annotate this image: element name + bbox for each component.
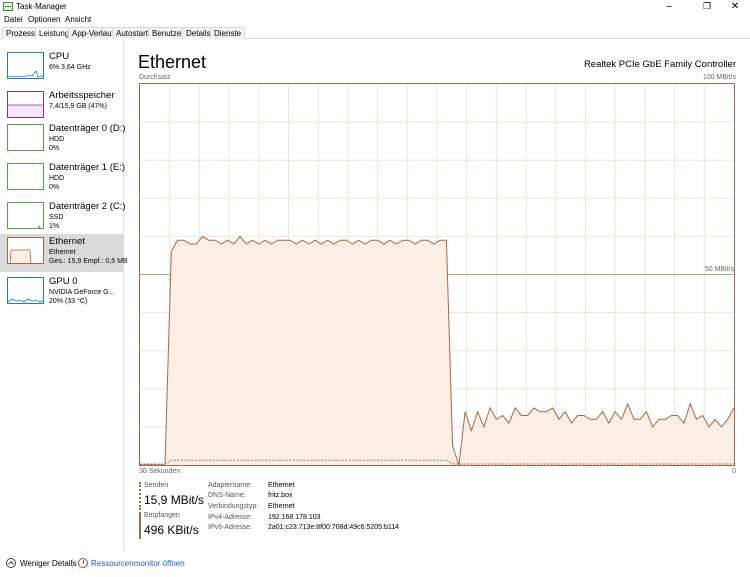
info-value: 192.168.178.103 [268, 514, 321, 521]
tab-startup[interactable]: Autostart [112, 27, 153, 39]
sidebar-sub: SSD [49, 214, 64, 221]
ethernet-thumbnail-graph [7, 237, 44, 264]
info-value: Ethernet [268, 482, 295, 489]
page-title: Ethernet [138, 52, 207, 72]
chevron-up-icon[interactable] [6, 558, 16, 568]
sidebar-sub: 6% 3,64 GHz [49, 64, 91, 71]
fewer-details-link[interactable]: Weniger Details [20, 559, 76, 568]
sidebar-sub: Ges.: 15,9 Empf.: 0,5 MB [49, 258, 128, 265]
footer: Weniger Details Ressourcenmonitor öffnen [0, 553, 750, 575]
window-title: Task-Manager [16, 2, 67, 11]
info-key: Adaptername: [208, 482, 252, 489]
sidebar-sub: HDD [49, 175, 65, 182]
receive-value: 496 KBit/s [144, 523, 199, 537]
menu-file[interactable]: Datei [4, 15, 23, 24]
performance-sidebar: CPU 6% 3,64 GHz Arbeitsspeicher 7,4/15,9… [0, 40, 128, 550]
disk-0-thumbnail-graph [7, 124, 44, 151]
throughput-graph [139, 83, 735, 466]
resource-monitor-link[interactable]: Ressourcenmonitor öffnen [91, 559, 185, 568]
sidebar-sub: 1% [49, 223, 60, 230]
sidebar-item-gpu[interactable]: GPU 0 NVIDIA GeForce G... 20% (33 °C) [0, 274, 124, 312]
task-manager-icon [3, 2, 13, 11]
info-key: IPv4-Adresse: [208, 514, 252, 521]
menu-view[interactable]: Ansicht [65, 15, 91, 24]
adapter-name: Realtek PCIe GbE Family Controller [583, 59, 736, 70]
sidebar-item-disk-1[interactable]: Datenträger 1 (E:) HDD 0% [0, 160, 126, 198]
menu-bar: Datei Optionen Ansicht [0, 14, 750, 26]
info-key: DNS-Name: [208, 492, 246, 499]
info-value: Ethernet [268, 503, 295, 510]
menu-options[interactable]: Optionen [28, 15, 60, 24]
info-value: fritz.box [268, 492, 293, 499]
graph-max-label: 100 MBit/s [702, 74, 736, 81]
throughput-graph-svg [140, 84, 734, 465]
sidebar-sub: 0% [49, 145, 60, 152]
cpu-thumbnail-graph [7, 52, 44, 79]
info-value: 2a01:c23:713e:8f00:708d:49c6:5205:b114 [268, 524, 400, 531]
footer-divider [72, 558, 73, 569]
send-value: 15,9 MBit/s [144, 493, 205, 507]
receive-label: Empfangen [144, 512, 180, 519]
sidebar-label: Datenträger 0 (D:) [49, 123, 126, 134]
send-legend-line [139, 482, 141, 510]
sidebar-item-disk-0[interactable]: Datenträger 0 (D:) HDD 0% [0, 121, 126, 159]
disk-2-thumbnail-graph [7, 202, 44, 229]
tab-strip: Prozesse Leistung App-Verlauf Autostart … [0, 26, 750, 40]
sidebar-sub: 0% [49, 184, 60, 191]
sidebar-item-cpu[interactable]: CPU 6% 3,64 GHz [0, 49, 124, 87]
sidebar-item-ethernet[interactable]: Ethernet Ethernet Ges.: 15,9 Empf.: 0,5 … [0, 234, 128, 272]
maximize-button[interactable]: ❐ [692, 0, 722, 14]
sidebar-label: GPU 0 [49, 276, 78, 287]
gpu-thumbnail-graph [7, 277, 44, 304]
sidebar-sub: NVIDIA GeForce G... [49, 289, 115, 296]
send-label: Senden [144, 482, 169, 489]
sidebar-sub: Ethernet [49, 249, 76, 256]
graph-zero-label: 0 [732, 468, 736, 475]
tab-app-history[interactable]: App-Verlauf [68, 27, 118, 39]
title-bar: Task-Manager – ❐ ✕ [0, 0, 750, 14]
minimize-button[interactable]: – [654, 0, 684, 14]
sidebar-label: Datenträger 1 (E:) [49, 162, 126, 173]
tab-services[interactable]: Dienste [210, 27, 246, 39]
graph-time-label: 30 Sekunden [139, 468, 181, 475]
sidebar-sub: HDD [49, 136, 65, 143]
sidebar-item-disk-2[interactable]: Datenträger 2 (C:) SSD 1% [0, 199, 126, 237]
sidebar-label: CPU [49, 51, 70, 62]
throughput-label: Durchsatz [139, 74, 171, 81]
sidebar-label: Ethernet [49, 236, 85, 247]
sidebar-label: Datenträger 2 (C:) [49, 201, 126, 212]
receive-legend-line [139, 512, 141, 539]
memory-thumbnail-graph [7, 91, 44, 118]
sidebar-sub: 20% (33 °C) [49, 298, 88, 305]
close-button[interactable]: ✕ [720, 0, 750, 14]
info-key: IPv6-Adresse: [208, 524, 252, 531]
disk-1-thumbnail-graph [7, 163, 44, 190]
resource-monitor-icon[interactable] [78, 558, 88, 568]
sidebar-sub: 7,4/15,9 GB (47%) [49, 103, 107, 110]
sidebar-label: Arbeitsspeicher [49, 90, 115, 101]
info-key: Verbindungstyp: [208, 503, 259, 510]
